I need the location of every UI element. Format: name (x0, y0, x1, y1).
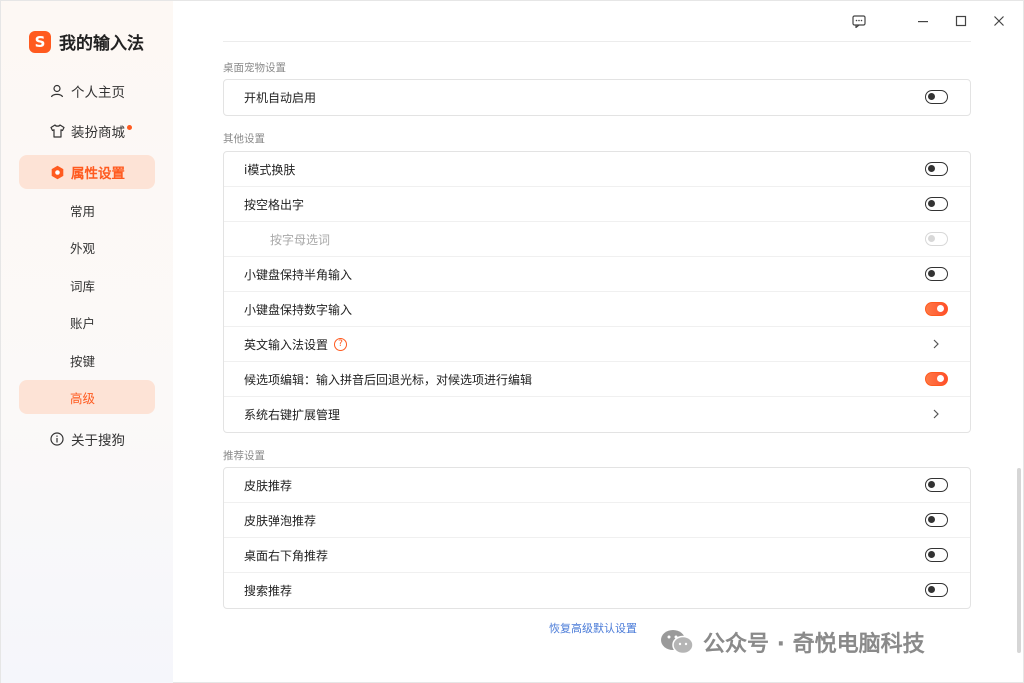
card-pet: 开机自动启用 (223, 79, 971, 116)
watermark: 公众号 · 奇悦电脑科技 (659, 626, 925, 658)
setting-label: i模式换肤 (244, 162, 296, 177)
setting-label: 开机自动启用 (244, 91, 317, 105)
titlebar-controls (849, 11, 1009, 31)
setting-row: 候选项编辑：输入拼音后回退光标，对候选项进行编辑 (224, 362, 970, 397)
sub-item-keys[interactable]: 按键 (19, 343, 155, 377)
chevron-right-icon[interactable] (930, 408, 942, 420)
shirt-icon (49, 123, 65, 139)
card-other: i模式换肤 按空格出字 按字母选词 小键盘保持半角输入 小键盘保持数字输入 英文… (223, 151, 971, 433)
minimize-icon[interactable] (913, 11, 933, 31)
setting-row: 小键盘保持数字输入 (224, 292, 970, 327)
toggle-switch[interactable] (925, 302, 948, 316)
nav-item-home[interactable]: 个人主页 (19, 74, 155, 108)
nav-label-store: 装扮商城 (71, 125, 125, 141)
nav-label-settings: 属性设置 (71, 166, 125, 182)
chevron-right-icon[interactable] (930, 338, 942, 350)
sub-item-common[interactable]: 常用 (19, 193, 155, 227)
setting-label: 小键盘保持半角输入 (244, 267, 353, 282)
setting-label: 按空格出字 (244, 197, 305, 212)
header-divider (223, 41, 971, 42)
section-title-pet: 桌面宠物设置 (223, 62, 286, 74)
setting-label: 按字母选词 (270, 232, 331, 247)
setting-row: 开机自动启用 (224, 80, 970, 115)
nav-item-about[interactable]: 关于搜狗 (19, 422, 155, 456)
card-recommend: 皮肤推荐 皮肤弹泡推荐 桌面右下角推荐 搜索推荐 (223, 467, 971, 609)
setting-label: 桌面右下角推荐 (244, 548, 329, 563)
help-icon[interactable]: ? (334, 337, 348, 351)
setting-row: 皮肤弹泡推荐 (224, 503, 970, 538)
sub-item-account[interactable]: 账户 (19, 305, 155, 339)
scrollbar[interactable] (1017, 468, 1021, 653)
toggle-switch[interactable] (925, 478, 948, 492)
setting-label: 皮肤推荐 (244, 478, 293, 493)
setting-row: 搜索推荐 (224, 573, 970, 608)
setting-row[interactable]: 英文输入法设置 ? (224, 327, 970, 362)
setting-row: 按空格出字 (224, 187, 970, 222)
watermark-text: 公众号 · 奇悦电脑科技 (703, 632, 925, 657)
toggle-switch (925, 232, 948, 246)
setting-row: 桌面右下角推荐 (224, 538, 970, 573)
sub-item-appearance[interactable]: 外观 (19, 230, 155, 264)
app-logo: S 我的输入法 (29, 29, 144, 54)
nav-label-home: 个人主页 (71, 85, 125, 101)
setting-row: i模式换肤 (224, 152, 970, 187)
setting-label: 英文输入法设置 (244, 337, 329, 352)
sogou-logo-icon: S (29, 30, 51, 53)
setting-label: 系统右键扩展管理 (244, 408, 341, 422)
setting-label: 候选项编辑：输入拼音后回退光标，对候选项进行编辑 (244, 372, 533, 387)
setting-row: 小键盘保持半角输入 (224, 257, 970, 292)
reset-advanced-link[interactable]: 恢复高级默认设置 (549, 620, 637, 636)
setting-row: 皮肤推荐 (224, 468, 970, 503)
nav-label-about: 关于搜狗 (71, 433, 125, 449)
sidebar: S 我的输入法 个人主页 装扮商城 属性设置 常用 外观 词库 账户 按键 高级… (1, 1, 173, 683)
new-badge-dot (127, 124, 132, 130)
setting-label: 皮肤弹泡推荐 (244, 513, 317, 528)
setting-label: 搜索推荐 (244, 584, 293, 598)
info-icon (49, 431, 65, 447)
user-icon (49, 83, 65, 99)
setting-row: 按字母选词 (224, 222, 970, 257)
toggle-switch[interactable] (925, 267, 948, 281)
section-title-other: 其他设置 (223, 133, 265, 145)
wechat-icon (661, 630, 694, 655)
sub-item-advanced[interactable]: 高级 (19, 380, 155, 414)
settings-window: S 我的输入法 个人主页 装扮商城 属性设置 常用 外观 词库 账户 按键 高级… (0, 0, 1024, 683)
toggle-switch[interactable] (925, 548, 948, 562)
toggle-switch[interactable] (925, 197, 948, 211)
gear-icon (49, 164, 65, 180)
toggle-switch[interactable] (925, 513, 948, 527)
toggle-switch[interactable] (925, 372, 948, 386)
feedback-icon[interactable] (849, 11, 869, 31)
setting-label: 小键盘保持数字输入 (244, 302, 353, 317)
maximize-icon[interactable] (951, 11, 971, 31)
toggle-switch[interactable] (925, 162, 948, 176)
setting-row[interactable]: 系统右键扩展管理 (224, 397, 970, 432)
toggle-switch[interactable] (925, 90, 948, 104)
close-icon[interactable] (989, 11, 1009, 31)
sub-item-dictionary[interactable]: 词库 (19, 268, 155, 302)
nav-item-store[interactable]: 装扮商城 (19, 114, 155, 148)
section-title-recommend: 推荐设置 (223, 450, 265, 462)
nav-item-settings[interactable]: 属性设置 (19, 155, 155, 189)
toggle-switch[interactable] (925, 583, 948, 597)
app-title: 我的输入法 (59, 34, 144, 54)
